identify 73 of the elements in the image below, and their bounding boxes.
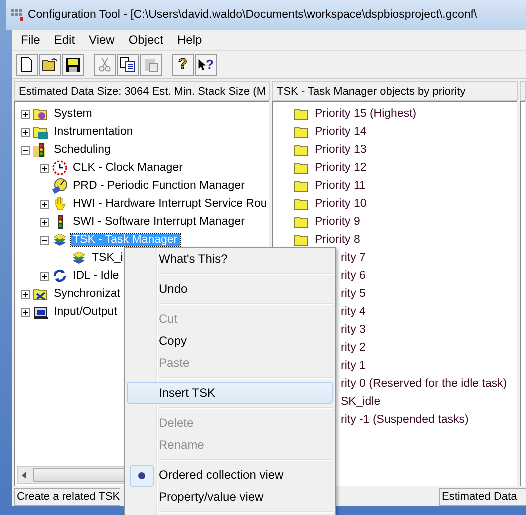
- list-item[interactable]: Priority 11: [313, 180, 366, 192]
- tree-item[interactable]: System: [52, 108, 94, 120]
- list-item[interactable]: Priority 8: [313, 234, 360, 246]
- collapse-icon[interactable]: [40, 236, 49, 244]
- list-item[interactable]: rity 7: [339, 252, 366, 264]
- expand-icon[interactable]: [40, 272, 49, 280]
- collapse-icon[interactable]: [21, 146, 30, 154]
- tree-item[interactable]: Instrumentation: [52, 126, 136, 138]
- menu-item[interactable]: Property/value view: [127, 486, 333, 508]
- left-arrow-icon[interactable]: [22, 472, 27, 478]
- tree-item[interactable]: IDL - Idle: [71, 270, 122, 282]
- save-button[interactable]: [62, 54, 84, 76]
- list-item[interactable]: rity 5: [339, 288, 366, 300]
- menu-item[interactable]: Help: [170, 33, 210, 47]
- tree-item[interactable]: TSK_i: [90, 252, 126, 264]
- menu-item[interactable]: Undo: [127, 278, 333, 300]
- expand-icon[interactable]: [21, 110, 30, 118]
- expand-icon[interactable]: [40, 200, 49, 208]
- list-item[interactable]: rity 1: [339, 360, 366, 372]
- books-icon: [71, 250, 87, 266]
- page-icon: [19, 56, 35, 72]
- context-help-button[interactable]: ?: [195, 54, 217, 76]
- list-item[interactable]: Priority 12: [313, 162, 367, 174]
- list-item[interactable]: rity -1 (Suspended tasks): [339, 414, 469, 426]
- tree-item[interactable]: Synchronizat: [52, 288, 122, 300]
- menu-item[interactable]: Insert TSK: [127, 382, 333, 404]
- panel-header: TSK - Task Manager objects by priority: [272, 81, 518, 101]
- list-item[interactable]: Priority 9: [313, 216, 360, 228]
- menu-item[interactable]: Edit: [47, 33, 82, 47]
- list-item[interactable]: rity 4: [339, 306, 366, 318]
- expand-icon[interactable]: [40, 218, 49, 226]
- cycle-icon: [52, 268, 68, 284]
- list-item[interactable]: rity 3: [339, 324, 366, 336]
- copy-icon: [120, 56, 136, 72]
- open-button[interactable]: [39, 54, 61, 76]
- scissors-icon: [97, 56, 113, 72]
- clipboard-icon: [143, 56, 159, 72]
- expand-icon[interactable]: [21, 308, 30, 316]
- list-item[interactable]: Priority 13: [313, 144, 367, 156]
- expand-icon[interactable]: [21, 290, 30, 298]
- menu-item[interactable]: Object: [122, 33, 171, 47]
- list-item[interactable]: SK_idle: [339, 396, 381, 408]
- tree-item[interactable]: SWI - Software Interrupt Manager: [71, 216, 247, 228]
- list-item[interactable]: rity 0 (Reserved for the idle task): [339, 378, 508, 390]
- expand-icon[interactable]: [40, 164, 49, 172]
- books-icon: [52, 232, 68, 248]
- copy-button[interactable]: [117, 54, 139, 76]
- expand-icon[interactable]: [21, 128, 30, 136]
- list-item[interactable]: rity 6: [339, 270, 366, 282]
- menu-item[interactable]: Copy: [127, 330, 333, 352]
- status-text: Create a related TSK: [14, 488, 120, 506]
- clock-icon: [52, 160, 68, 176]
- folder-icon: [42, 56, 58, 72]
- menu-item[interactable]: View: [82, 33, 122, 47]
- tree-item[interactable]: Scheduling: [52, 144, 113, 156]
- tree-item[interactable]: Input/Output: [52, 306, 120, 318]
- app-icon: [10, 8, 24, 22]
- menu-item[interactable]: What's This?: [127, 248, 333, 270]
- tree-item[interactable]: PRD - Periodic Function Manager: [71, 180, 247, 192]
- dial-icon: [52, 178, 68, 194]
- menu-item[interactable]: Ordered collection view: [127, 464, 333, 486]
- status-text: Estimated Data: [439, 488, 526, 506]
- list-item[interactable]: Priority 10: [313, 198, 367, 210]
- new-button[interactable]: [16, 54, 38, 76]
- list-item[interactable]: Priority 14: [313, 126, 367, 138]
- tree-item[interactable]: CLK - Clock Manager: [71, 162, 185, 174]
- tree-item[interactable]: HWI - Hardware Interrupt Service Rou: [71, 198, 269, 210]
- window-title: Configuration Tool - [C:\Users\david.waldo\Documents\workspace\dspbiosproject\.gconf\: [28, 9, 478, 21]
- panel-header: Estimated Data Size: 3064 Est. Min. Stack Size (M: [14, 81, 270, 101]
- menu-item[interactable]: File: [14, 33, 48, 47]
- list-item[interactable]: rity 2: [339, 342, 366, 354]
- monitor-icon: [33, 304, 49, 320]
- list-item[interactable]: Priority 15 (Highest): [313, 108, 417, 120]
